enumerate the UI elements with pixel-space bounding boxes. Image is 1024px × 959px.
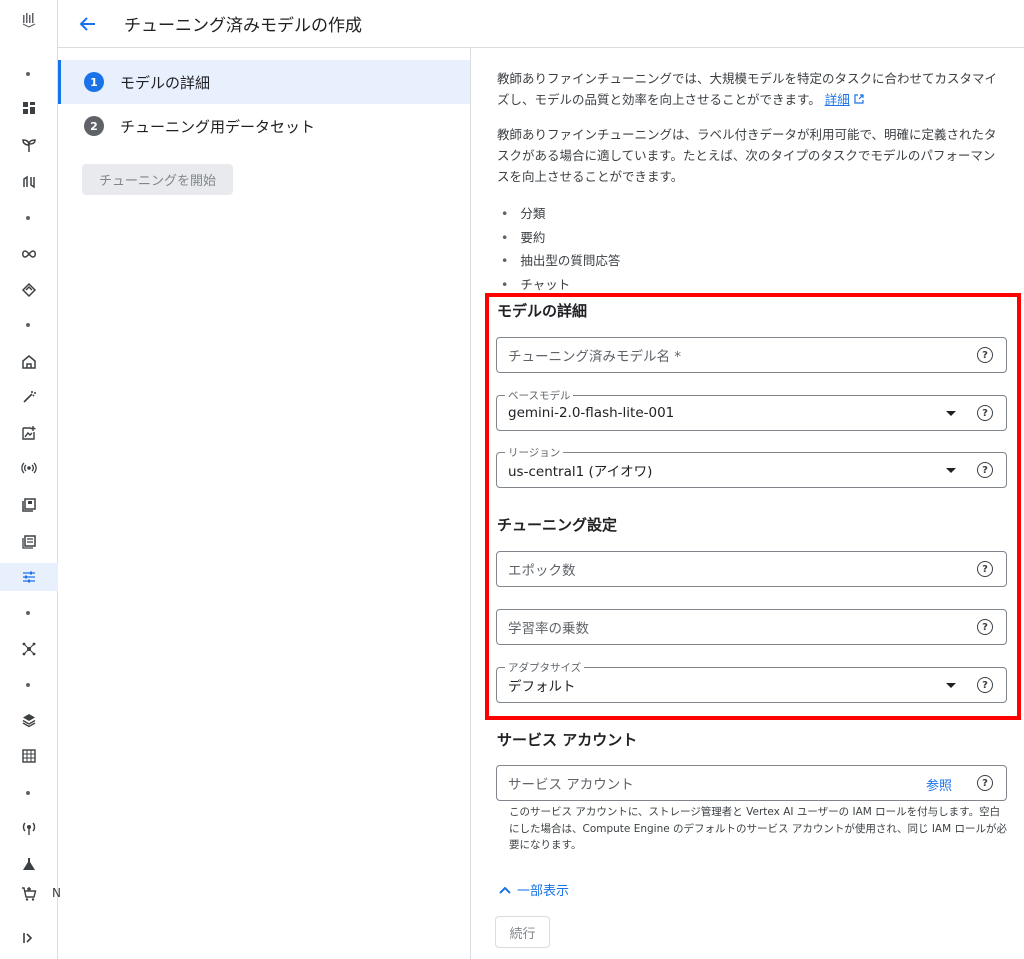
details-link[interactable]: 詳細 [825,92,850,107]
network-icon[interactable] [0,635,58,663]
base-model-value: gemini-2.0-flash-lite-001 [508,405,675,421]
dashboard-icon[interactable] [0,94,58,122]
show-less-toggle[interactable]: 一部表示 [499,880,569,899]
adapter-size-label: アダプタサイズ [505,660,585,675]
stepper-panel: 1 モデルの詳細 2 チューニング用データセット チューニングを開始 [58,48,471,959]
vertex-logo-icon[interactable] [0,6,58,34]
service-account-input[interactable]: サービス アカウント 参照 ? [496,765,1007,801]
step-label: モデルの詳細 [120,73,211,92]
browse-link[interactable]: 参照 [926,775,952,794]
back-button[interactable] [68,4,108,44]
continue-button[interactable]: 続行 [495,916,550,948]
rail-divider-dot [26,611,30,615]
base-model-label: ベースモデル [505,388,574,403]
help-icon[interactable]: ? [977,462,993,478]
page-title: チューニング済みモデルの作成 [124,16,362,36]
model-details-title: モデルの詳細 [497,302,588,320]
service-account-hint: このサービス アカウントに、ストレージ管理者と Vertex AI ユーザーの … [509,806,1007,851]
step-label: チューニング用データセット [120,117,316,136]
intro-paragraph-2: 教師ありファインチューニングは、ラベル付きデータが利用可能で、明確に定義されたタ… [497,127,997,184]
adapter-size-select[interactable]: アダプタサイズ デフォルト ? [496,660,1007,703]
rail-divider-dot [26,72,30,76]
region-label: リージョン [505,445,564,460]
agent-builder-icon[interactable] [0,276,58,304]
help-icon[interactable]: ? [977,677,993,693]
infinity-icon[interactable] [0,240,58,268]
arrow-back-icon [79,16,95,31]
cart-icon[interactable] [0,880,58,908]
help-icon[interactable]: ? [977,619,993,635]
rail-divider-dot [26,791,30,795]
list-item: 抽出型の質問応答 [501,249,620,273]
step-number: 2 [84,116,104,136]
main-content: 教師ありファインチューニングでは、大規模モデルを特定のタスクに合わせてカスタマイ… [471,48,1024,959]
list-item: チャット [501,273,620,297]
image-add-icon[interactable] [0,419,58,447]
help-icon[interactable]: ? [977,405,993,421]
service-account-title: サービス アカウント [497,731,638,749]
region-select[interactable]: リージョン us-central1 (アイオワ) ? [496,445,1007,488]
tuned-model-name-input[interactable]: チューニング済みモデル名 * ? [496,337,1007,373]
flask-icon[interactable] [0,850,58,878]
dropdown-arrow-icon[interactable] [946,683,956,688]
notes-icon[interactable] [0,528,58,556]
rail-divider-dot [26,683,30,687]
step-tuning-dataset[interactable]: 2 チューニング用データセット [58,104,470,148]
layers-icon[interactable] [0,706,58,734]
learning-rate-placeholder: 学習率の乗数 [508,621,589,637]
magic-wand-icon[interactable] [0,383,58,411]
base-model-select[interactable]: ベースモデル gemini-2.0-flash-lite-001 ? [496,388,1007,431]
tuning-icon[interactable] [0,563,58,591]
open-in-new-icon [854,94,864,104]
show-less-label: 一部表示 [517,884,570,899]
rail-divider-dot [26,216,30,220]
list-item: 分類 [501,202,620,226]
dropdown-arrow-icon[interactable] [946,468,956,473]
help-icon[interactable]: ? [977,775,993,791]
help-icon[interactable]: ? [977,347,993,363]
expand-rail-icon[interactable] [0,924,58,952]
epochs-placeholder: エポック数 [508,563,576,579]
adapter-size-value: デフォルト [508,679,576,695]
sprout-icon[interactable] [0,131,58,159]
dropdown-arrow-icon[interactable] [946,411,956,416]
tuning-settings-title: チューニング設定 [497,516,618,534]
start-tuning-button[interactable]: チューニングを開始 [82,164,233,195]
chevron-up-icon [499,886,511,894]
step-number: 1 [84,72,104,92]
library-icon[interactable] [0,491,58,519]
deploy-icon[interactable] [0,814,58,842]
tuned-model-name-placeholder: チューニング済みモデル名 * [508,349,682,365]
page-header: チューニング済みモデルの作成 [58,0,1024,48]
service-account-placeholder: サービス アカウント [508,777,634,793]
left-nav-rail: N [0,0,61,959]
rail-divider-dot [26,323,30,327]
region-value: us-central1 (アイオワ) [508,464,653,480]
broadcast-icon[interactable] [0,454,58,482]
grid-icon[interactable] [0,742,58,770]
learning-rate-input[interactable]: 学習率の乗数 ? [496,609,1007,645]
step-model-details[interactable]: 1 モデルの詳細 [58,60,470,104]
intro-paragraph: 教師ありファインチューニングでは、大規模モデルを特定のタスクに合わせてカスタマイ… [497,68,1007,110]
home-icon[interactable] [0,348,58,376]
help-icon[interactable]: ? [977,561,993,577]
task-list: 分類 要約 抽出型の質問応答 チャット [501,202,620,296]
list-item: 要約 [501,226,620,250]
epochs-input[interactable]: エポック数 ? [496,551,1007,587]
intro-text: 教師ありファインチューニングでは、大規模モデルを特定のタスクに合わせてカスタマイ… [497,71,998,107]
pipeline-icon[interactable] [0,168,58,196]
